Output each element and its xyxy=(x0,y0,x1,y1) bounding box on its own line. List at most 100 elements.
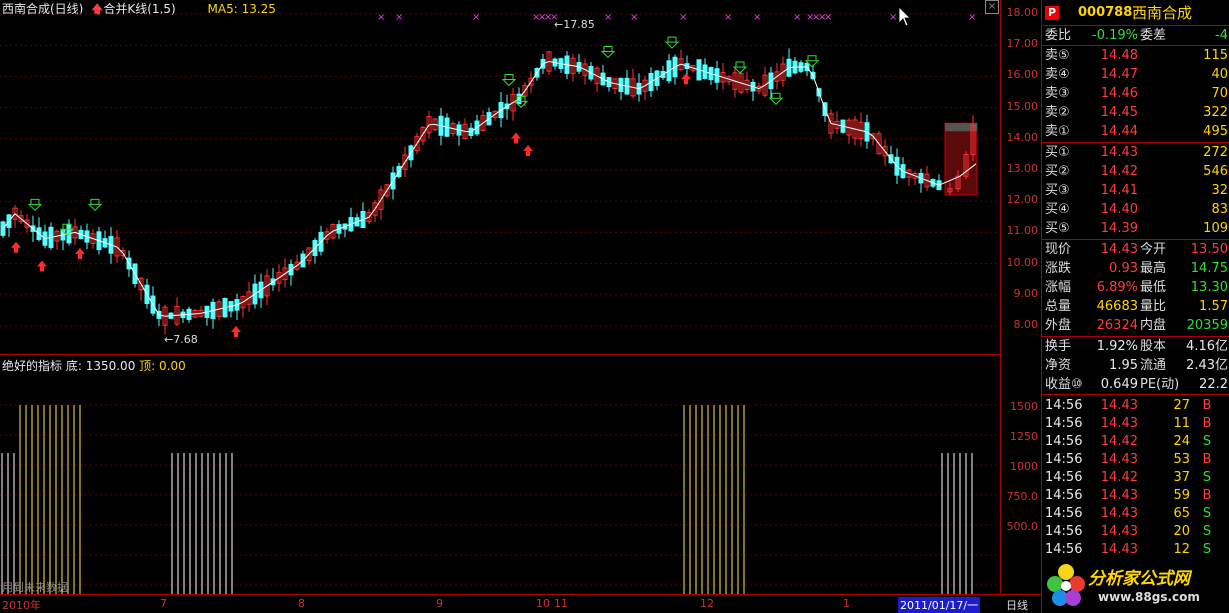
stat-row: 总量 46683 量比 1.57 xyxy=(1042,297,1229,316)
indicator-plot xyxy=(0,404,1000,594)
badge-icon: P xyxy=(1045,6,1059,20)
ask-price: 14.46 xyxy=(1100,86,1138,101)
tick-side: B xyxy=(1202,452,1212,467)
ask-price: 14.45 xyxy=(1100,105,1138,120)
tick-row: 14:56 14.43 53 B xyxy=(1042,450,1229,469)
bid-row: 买① 14.43 272 xyxy=(1042,143,1229,162)
indicator-tick: 1500 xyxy=(1010,400,1038,413)
marker-icon: × xyxy=(793,12,801,23)
footer-note: 用到未来数据 xyxy=(2,581,68,594)
ask-volume: 322 xyxy=(1203,105,1228,120)
ask-row: 卖① 14.44 495 xyxy=(1042,122,1229,141)
marker-icon: × xyxy=(724,12,732,23)
tick-price: 14.43 xyxy=(1100,506,1138,521)
low-annotation: ←7.68 xyxy=(164,333,198,346)
ask-price: 14.47 xyxy=(1100,67,1138,82)
price-tick: 18.00 xyxy=(1006,6,1039,19)
price-tick: 10.00 xyxy=(1006,255,1039,269)
wc-value: -4 xyxy=(1215,28,1228,43)
ask-row: 卖⑤ 14.48 115 xyxy=(1042,46,1229,65)
tick-volume: 12 xyxy=(1173,542,1190,557)
sell-signal-icon xyxy=(768,92,784,105)
tick-volume: 53 xyxy=(1173,452,1190,467)
bid-label: 买② xyxy=(1045,164,1070,179)
tick-time: 14:56 xyxy=(1045,416,1083,431)
bid-row: 买② 14.42 546 xyxy=(1042,162,1229,181)
bid-price: 14.41 xyxy=(1100,183,1138,198)
price-tick: 15.00 xyxy=(1006,99,1039,113)
stat-label: 流通 xyxy=(1140,358,1167,373)
time-label: 1 xyxy=(843,597,850,610)
tick-side: B xyxy=(1202,488,1212,503)
tick-volume: 37 xyxy=(1173,470,1190,485)
buy-signal-icon xyxy=(681,73,691,85)
tick-price: 14.43 xyxy=(1100,452,1138,467)
stat-label: 内盘 xyxy=(1140,318,1167,333)
stat-value: 46683 xyxy=(1096,299,1138,314)
marker-icon: × xyxy=(968,12,976,23)
bid-price: 14.39 xyxy=(1100,221,1138,236)
indicator-chart[interactable]: 绝好的指标 底: 1350.00 顶: 0.00 用到未来数据 xyxy=(0,354,1001,594)
ask-label: 卖⑤ xyxy=(1045,48,1070,63)
tick-price: 14.43 xyxy=(1100,542,1138,557)
tick-time: 14:56 xyxy=(1045,506,1083,521)
ask-label: 卖④ xyxy=(1045,67,1070,82)
marker-icon: × xyxy=(824,12,832,23)
price-tick: 16.00 xyxy=(1006,68,1039,82)
stat-label: 外盘 xyxy=(1045,318,1072,333)
stat-row: 收益⑩ 0.649 PE(动) 22.2 xyxy=(1042,375,1229,394)
tick-side: S xyxy=(1202,524,1212,539)
ask-volume: 70 xyxy=(1211,86,1228,101)
candlestick-plot: × × × ×××× × × × × × × ×××× × × xyxy=(0,12,1000,337)
indicator-tick: 750.0 xyxy=(1006,490,1039,503)
bid-row: 买④ 14.40 83 xyxy=(1042,200,1229,219)
bid-price: 14.40 xyxy=(1100,202,1138,217)
quote-panel: P 000788 西南合成 委比 -0.19% 委差 -4 分析家公式网 www… xyxy=(1041,0,1229,613)
tick-volume: 59 xyxy=(1173,488,1190,503)
tick-time: 14:56 xyxy=(1045,470,1083,485)
stat-label: 股本 xyxy=(1140,339,1167,354)
stat-value: 2.43亿 xyxy=(1186,358,1228,373)
mouse-cursor-icon xyxy=(898,6,911,28)
flower-logo-icon xyxy=(1047,564,1085,606)
period-label[interactable]: 日线 xyxy=(1006,597,1028,613)
tick-price: 14.43 xyxy=(1100,416,1138,431)
tick-price: 14.42 xyxy=(1100,470,1138,485)
tick-side: B xyxy=(1202,398,1212,413)
time-label: 7 xyxy=(160,597,167,610)
wb-value: -0.19% xyxy=(1092,28,1138,43)
stat-row: 涨幅 6.89% 最低 13.30 xyxy=(1042,278,1229,297)
watermark-url: www.88gs.com xyxy=(1098,590,1200,604)
price-tick: 12.00 xyxy=(1006,193,1039,207)
kline-chart[interactable]: 西南合成(日线) 🡅合并K线(1,5) MA5: 13.25 × × × × × × × × ×… xyxy=(0,0,1001,354)
tick-volume: 24 xyxy=(1173,434,1190,449)
indicator-tick: 1000 xyxy=(1010,460,1038,473)
tick-price: 14.43 xyxy=(1100,488,1138,503)
tick-row: 14:56 14.42 37 S xyxy=(1042,468,1229,487)
tick-time: 14:56 xyxy=(1045,524,1083,539)
time-label: 2010年 xyxy=(2,599,41,612)
stat-label: 换手 xyxy=(1045,339,1072,354)
sell-signal-icon xyxy=(664,36,680,49)
tick-volume: 27 xyxy=(1173,398,1190,413)
tick-volume: 65 xyxy=(1173,506,1190,521)
bid-volume: 109 xyxy=(1203,221,1228,236)
stat-value: 20359 xyxy=(1186,318,1228,333)
marker-icon: × xyxy=(604,12,612,23)
stat-value: 0.93 xyxy=(1109,261,1138,276)
stat-label: 总量 xyxy=(1045,299,1072,314)
ask-volume: 115 xyxy=(1203,48,1228,63)
stock-name: 西南合成 xyxy=(1132,4,1193,22)
time-label: 8 xyxy=(298,597,305,610)
stat-label: 今开 xyxy=(1140,242,1167,257)
order-ratio-row: 委比 -0.19% 委差 -4 xyxy=(1042,26,1229,45)
stat-value: 13.30 xyxy=(1190,280,1228,295)
ask-label: 卖③ xyxy=(1045,86,1070,101)
price-tick: 17.00 xyxy=(1006,37,1039,51)
stat-value: 1.57 xyxy=(1199,299,1228,314)
stat-value: 6.89% xyxy=(1096,280,1138,295)
bid-label: 买③ xyxy=(1045,183,1070,198)
close-icon[interactable]: × xyxy=(985,0,999,14)
indicator-axis: 1500 1250 1000 750.0 500.0 xyxy=(1001,354,1041,594)
stat-row: 换手 1.92% 股本 4.16亿 xyxy=(1042,337,1229,356)
